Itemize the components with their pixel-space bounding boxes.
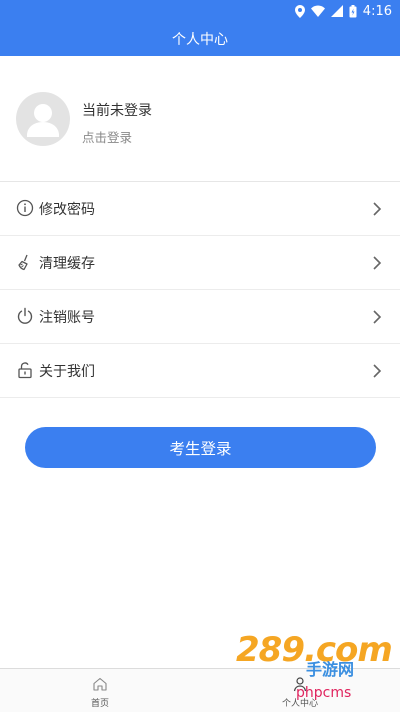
app-bar: 个人中心 [0, 22, 400, 56]
avatar[interactable] [16, 92, 70, 146]
location-icon [294, 4, 305, 18]
menu-item-label: 注销账号 [39, 309, 95, 326]
broom-icon [16, 253, 34, 271]
signal-icon [330, 5, 343, 17]
chevron-right-icon [372, 309, 382, 325]
watermark-logo: 289.com 手游网 phpcms [236, 630, 396, 710]
menu-item-clear-cache[interactable]: 清理缓存 [0, 236, 400, 290]
info-circle-icon [16, 199, 34, 217]
user-avatar-icon [27, 104, 59, 137]
tab-home[interactable]: 首页 [0, 669, 200, 712]
status-time: 4:16 [362, 3, 392, 19]
status-bar: 4:16 [0, 0, 400, 22]
tab-label: 首页 [90, 699, 109, 709]
menu-item-deactivate-account[interactable]: 注销账号 [0, 290, 400, 344]
lock-icon [16, 361, 34, 379]
menu-item-label: 清理缓存 [39, 255, 95, 272]
chevron-right-icon [372, 363, 382, 379]
login-link[interactable]: 点击登录 [82, 127, 132, 146]
menu-item-label: 关于我们 [39, 363, 95, 380]
profile-card[interactable]: 当前未登录 点击登录 [0, 56, 400, 182]
home-icon [92, 676, 108, 692]
menu-item-label: 修改密码 [39, 201, 95, 218]
battery-icon [349, 4, 357, 18]
wifi-icon [310, 5, 325, 17]
power-icon [16, 307, 34, 325]
watermark-tag: phpcms [296, 685, 352, 701]
login-status: 当前未登录 [82, 103, 152, 119]
settings-menu: 修改密码 清理缓存 注销账号 关于我们 [0, 182, 400, 398]
page-title: 个人中心 [172, 32, 228, 48]
watermark-subtitle: 手游网 [306, 660, 355, 679]
candidate-login-button[interactable]: 考生登录 [25, 427, 376, 468]
chevron-right-icon [372, 201, 382, 217]
menu-item-change-password[interactable]: 修改密码 [0, 182, 400, 236]
menu-item-about-us[interactable]: 关于我们 [0, 344, 400, 398]
chevron-right-icon [372, 255, 382, 271]
